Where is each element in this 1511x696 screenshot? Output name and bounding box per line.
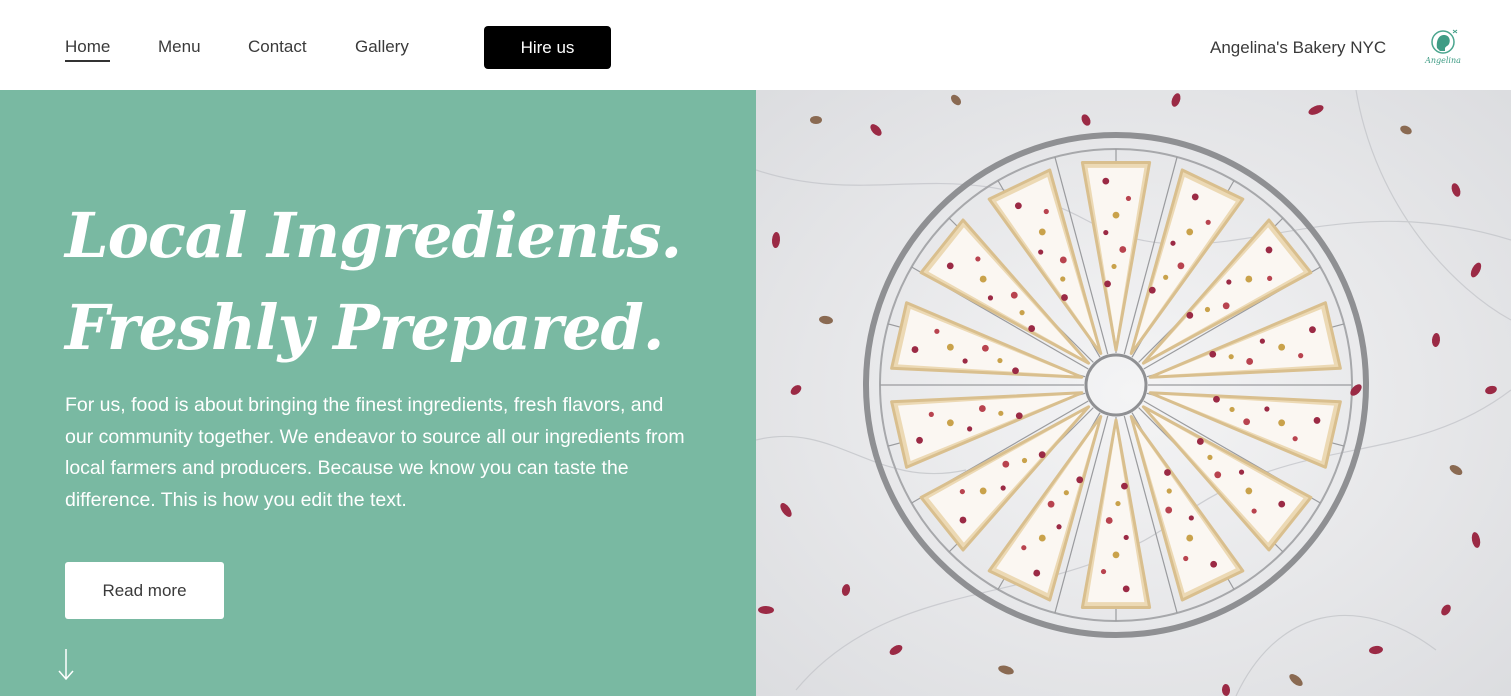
hero-image [756,90,1511,696]
logo-text: Angelina [1424,56,1461,65]
nav-menu[interactable]: Menu [158,37,201,57]
read-more-button[interactable]: Read more [65,562,224,619]
arrow-down-icon[interactable] [56,648,76,682]
hero-headline-line-2: Freshly Prepared. [65,291,665,364]
nav-contact[interactable]: Contact [248,37,307,57]
cake-photo [756,90,1511,696]
hero-headline-line-1: Local Ingredients. [65,199,682,272]
hero-headline: Local Ingredients. Freshly Prepared. [65,190,682,374]
hero-description: For us, food is about bringing the fines… [65,394,685,511]
angelina-logo-icon[interactable]: Angelina [1423,28,1463,66]
brand-name[interactable]: Angelina's Bakery NYC [1210,38,1386,58]
nav-gallery[interactable]: Gallery [355,37,409,57]
hero-text-panel: Local Ingredients. Freshly Prepared. For… [0,90,756,696]
hire-us-button[interactable]: Hire us [484,26,611,69]
site-header: Home Menu Contact Gallery Hire us Angeli… [0,0,1511,90]
rose-petal [810,116,822,124]
nav-home[interactable]: Home [65,37,111,62]
